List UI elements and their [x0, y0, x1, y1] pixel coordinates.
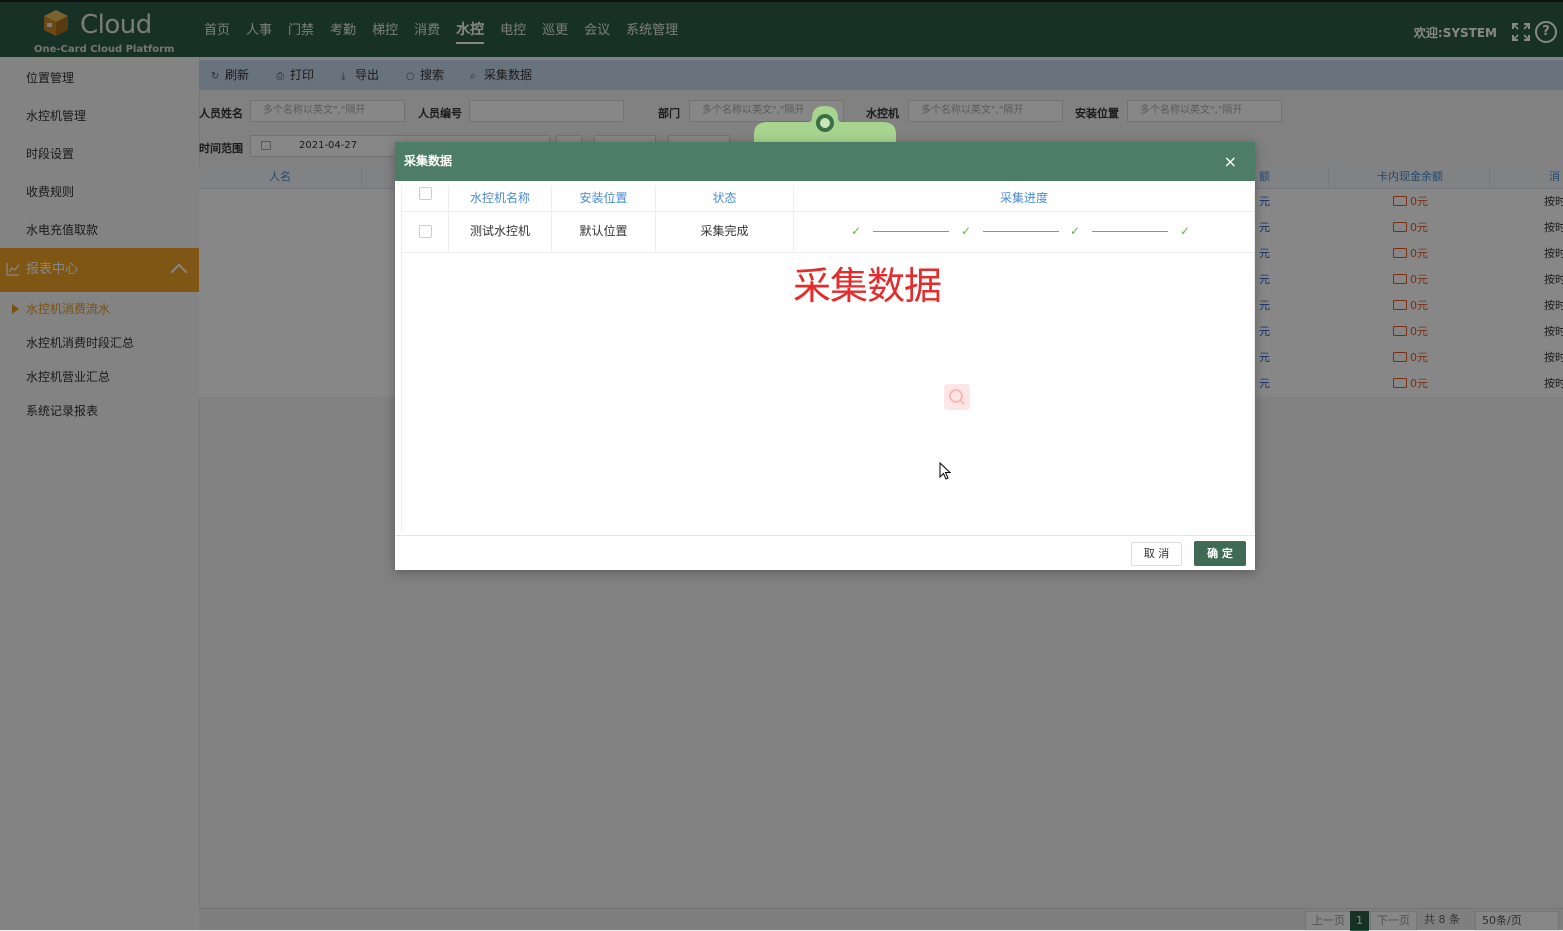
row-select-cell — [402, 211, 449, 252]
select-all-cell — [402, 186, 449, 211]
location-cell: 默认位置 — [552, 211, 656, 252]
select-all-checkbox[interactable] — [418, 187, 432, 200]
progress-line — [1092, 231, 1168, 232]
col-status[interactable]: 状态 — [656, 186, 794, 211]
mouse-cursor-icon — [939, 462, 951, 480]
progress-line — [873, 231, 949, 232]
check-icon: ✓ — [1180, 224, 1191, 238]
col-install-location[interactable]: 安装位置 — [552, 186, 656, 211]
status-cell: 采集完成 — [656, 211, 794, 252]
confirm-button[interactable]: 确 定 — [1194, 541, 1246, 566]
dialog-title: 采集数据 — [404, 154, 453, 168]
collect-data-dialog: 采集数据 × 水控机名称 安装位置 状态 采集进度 测试水控机 默认位置 采集完… — [395, 142, 1255, 570]
device-table: 水控机名称 安装位置 状态 采集进度 测试水控机 默认位置 采集完成 ✓ ✓ ✓… — [401, 186, 1255, 532]
device-name-cell: 测试水控机 — [449, 211, 552, 252]
table-row[interactable]: 测试水控机 默认位置 采集完成 ✓ ✓ ✓ ✓ — [402, 211, 1254, 253]
overlay-caption: 采集数据 — [793, 264, 942, 308]
device-table-header: 水控机名称 安装位置 状态 采集进度 — [402, 186, 1254, 212]
progress-line — [983, 231, 1059, 232]
col-progress[interactable]: 采集进度 — [794, 186, 1254, 211]
check-icon: ✓ — [851, 224, 862, 238]
zoom-icon[interactable] — [944, 384, 970, 410]
dialog-footer-divider — [395, 535, 1255, 536]
cancel-button[interactable]: 取 消 — [1131, 542, 1182, 566]
progress-cell: ✓ ✓ ✓ ✓ — [794, 211, 1254, 252]
col-device-name[interactable]: 水控机名称 — [449, 186, 552, 211]
close-icon[interactable]: × — [1224, 142, 1237, 181]
check-icon: ✓ — [961, 224, 972, 238]
progress-steps: ✓ ✓ ✓ ✓ — [794, 211, 1254, 252]
check-icon: ✓ — [1070, 224, 1081, 238]
row-checkbox[interactable] — [418, 225, 432, 238]
dialog-header: 采集数据 × — [395, 142, 1255, 181]
